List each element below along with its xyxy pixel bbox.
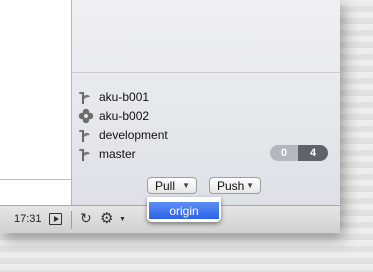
chevron-down-icon: ▼ — [182, 181, 190, 190]
ahead-behind-badge: 0 4 — [270, 145, 328, 161]
chevron-down-icon: ▼ — [246, 181, 254, 190]
branch-panel: aku-b001 aku-b002 development master 0 4 — [71, 0, 340, 205]
push-button[interactable]: Push ▼ — [209, 177, 261, 194]
branch-label: aku-b002 — [99, 109, 150, 123]
chevron-down-icon[interactable]: ▼ — [119, 216, 126, 223]
left-pane — [0, 0, 71, 233]
toolbar-divider — [71, 211, 72, 229]
behind-count: 0 — [270, 145, 298, 161]
refresh-icon[interactable]: ↻ — [80, 210, 92, 227]
flower-icon — [78, 108, 94, 124]
branch-item-development[interactable]: development — [78, 126, 168, 144]
pull-button[interactable]: Pull ▼ — [147, 177, 197, 194]
branch-item-master[interactable]: master — [78, 145, 136, 163]
branch-icon — [79, 148, 90, 161]
menu-item-origin[interactable]: origin — [149, 202, 219, 219]
branch-item-aku-b002[interactable]: aku-b002 — [78, 107, 149, 125]
play-icon[interactable] — [49, 213, 62, 225]
pull-button-label: Pull — [155, 178, 176, 193]
panel-separator — [72, 72, 340, 73]
pull-remote-menu: origin — [147, 197, 221, 222]
push-button-label: Push — [217, 178, 245, 193]
branch-label: development — [99, 128, 168, 142]
branch-label: master — [99, 147, 136, 161]
branch-icon — [79, 129, 90, 142]
left-pane-divider — [0, 179, 71, 180]
branch-item-aku-b001[interactable]: aku-b001 — [78, 88, 149, 106]
branch-label: aku-b001 — [99, 90, 150, 104]
ahead-count: 4 — [298, 145, 328, 161]
branch-icon — [79, 91, 90, 104]
gear-icon[interactable]: ⚙ — [100, 209, 113, 227]
time-label: 17:31 — [14, 213, 42, 225]
